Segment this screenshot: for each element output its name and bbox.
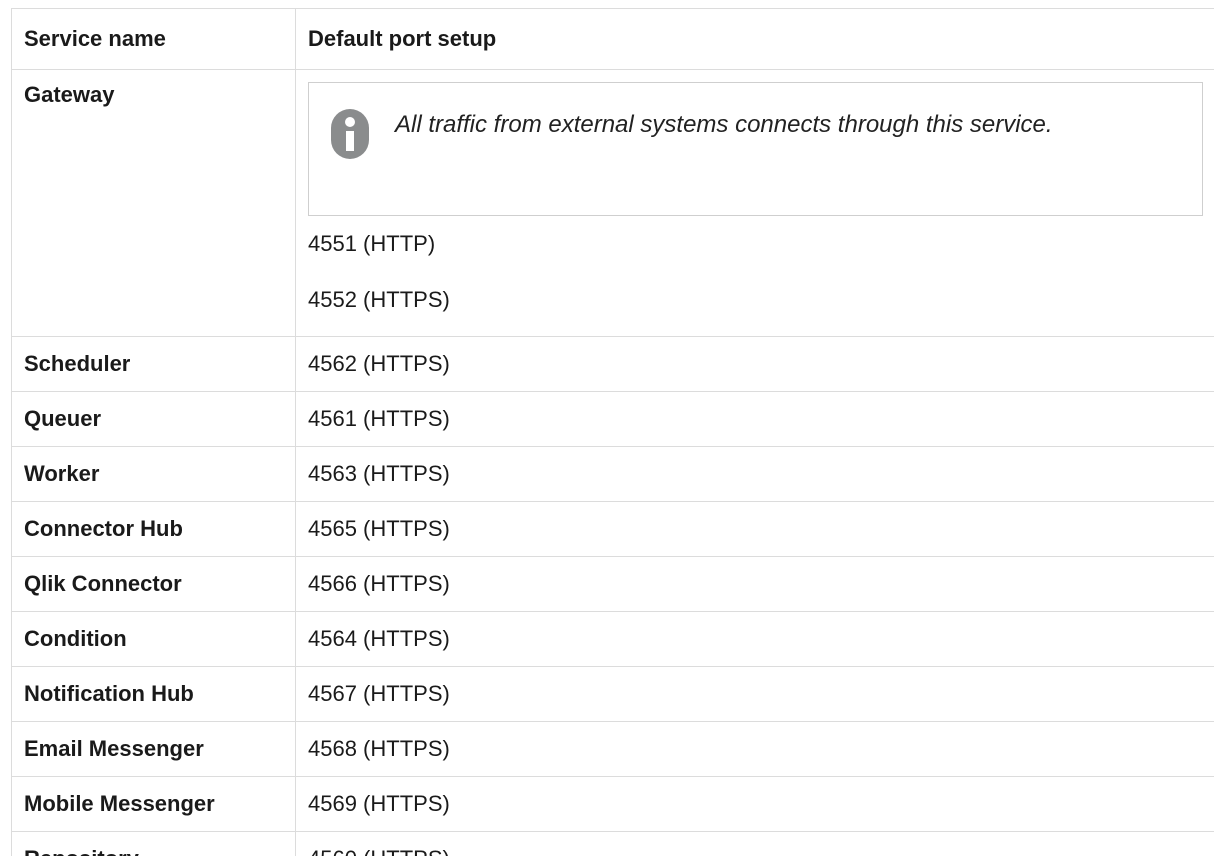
port-cell: 4567 (HTTPS) [295, 666, 1214, 722]
service-name-cell: Qlik Connector [11, 556, 296, 612]
table-header-row: Service name Default port setup [11, 8, 1214, 70]
port-cell: 4560 (HTTPS) [295, 831, 1214, 856]
header-default-port: Default port setup [295, 8, 1214, 70]
service-name-cell: Queuer [11, 391, 296, 447]
port-cell: 4561 (HTTPS) [295, 391, 1214, 447]
service-name-cell: Gateway [11, 69, 296, 337]
service-name-cell: Condition [11, 611, 296, 667]
table-row: Qlik Connector 4566 (HTTPS) [11, 556, 1214, 612]
table-row: Repository 4560 (HTTPS) [11, 831, 1214, 856]
table-row: Scheduler 4562 (HTTPS) [11, 336, 1214, 392]
port-value: 4552 (HTTPS) [308, 287, 450, 312]
info-note: All traffic from external systems connec… [308, 82, 1203, 216]
table-row-gateway: Gateway All traffic from external system… [11, 69, 1214, 337]
document-page: Service name Default port setup Gateway … [0, 0, 1214, 856]
port-cell: 4562 (HTTPS) [295, 336, 1214, 392]
port-value: 4551 (HTTP) [308, 231, 436, 256]
header-service-name: Service name [11, 8, 296, 70]
service-name-cell: Mobile Messenger [11, 776, 296, 832]
port-cell: 4564 (HTTPS) [295, 611, 1214, 667]
table-row: Notification Hub 4567 (HTTPS) [11, 666, 1214, 722]
port-cell: 4566 (HTTPS) [295, 556, 1214, 612]
table-row: Email Messenger 4568 (HTTPS) [11, 721, 1214, 777]
port-cell: 4568 (HTTPS) [295, 721, 1214, 777]
table-row: Connector Hub 4565 (HTTPS) [11, 501, 1214, 557]
port-cell: 4569 (HTTPS) [295, 776, 1214, 832]
table-row: Mobile Messenger 4569 (HTTPS) [11, 776, 1214, 832]
service-ports-table: Service name Default port setup Gateway … [11, 8, 1214, 856]
service-name-cell: Scheduler [11, 336, 296, 392]
table-row: Worker 4563 (HTTPS) [11, 446, 1214, 502]
port-cell: 4563 (HTTPS) [295, 446, 1214, 502]
table-row: Queuer 4561 (HTTPS) [11, 391, 1214, 447]
service-name-cell: Connector Hub [11, 501, 296, 557]
service-name-cell: Repository [11, 831, 296, 856]
table-row: Condition 4564 (HTTPS) [11, 611, 1214, 667]
service-name-cell: Notification Hub [11, 666, 296, 722]
port-cell: All traffic from external systems connec… [295, 69, 1214, 337]
service-name-cell: Email Messenger [11, 721, 296, 777]
service-name-cell: Worker [11, 446, 296, 502]
info-note-text: All traffic from external systems connec… [395, 111, 1053, 138]
port-cell: 4565 (HTTPS) [295, 501, 1214, 557]
info-icon [331, 109, 369, 159]
